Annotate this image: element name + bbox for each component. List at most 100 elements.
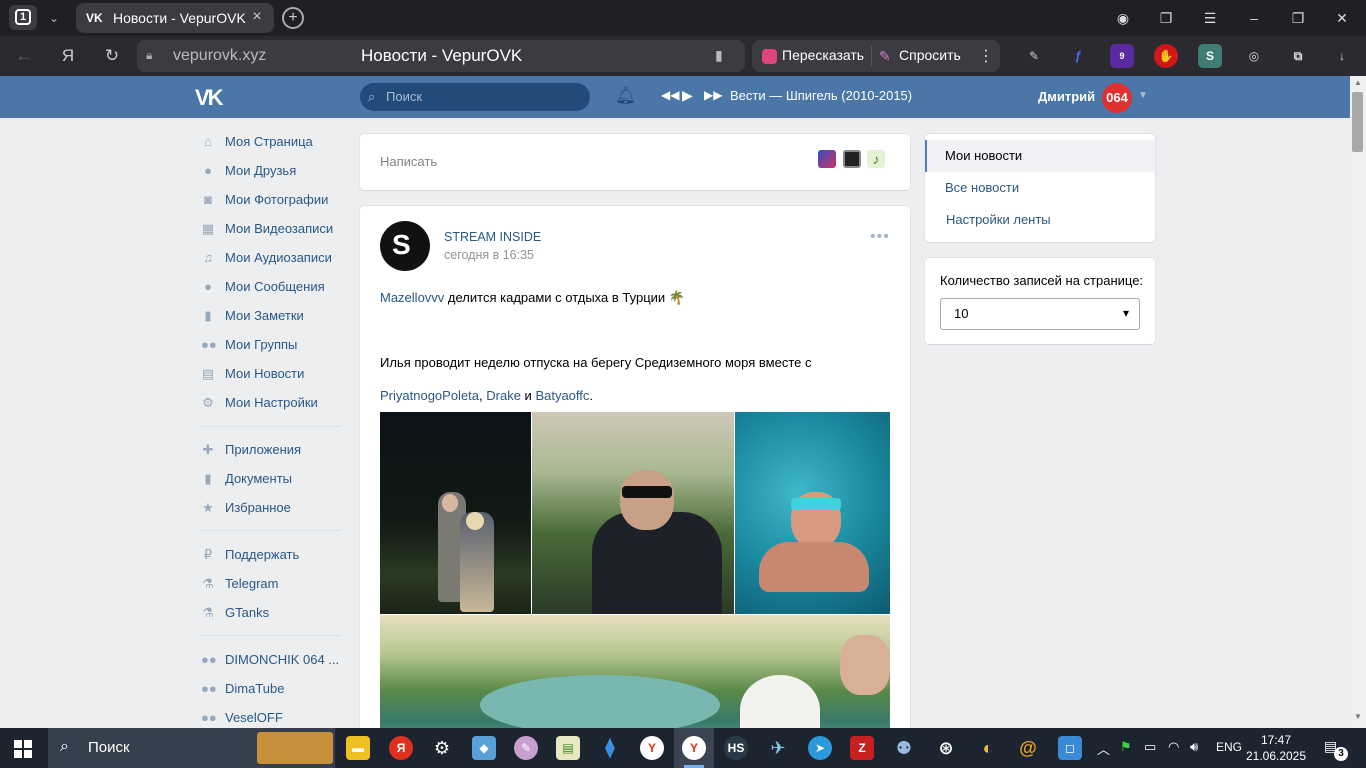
play-icon[interactable]: ▶ [682, 87, 693, 104]
post-author-avatar[interactable]: S [380, 221, 430, 271]
now-playing-track[interactable]: Вести — Шпигель (2010-2015) [730, 88, 912, 103]
telegram-icon[interactable]: ➤ [808, 736, 832, 760]
attach-video-icon[interactable] [843, 150, 861, 168]
sidebar-item-telegram[interactable]: ⚗ Telegram [195, 572, 345, 598]
post-photo-portrait[interactable] [532, 412, 734, 614]
yandex-browser-icon[interactable]: Я [389, 736, 413, 760]
attach-audio-icon[interactable]: ♪ [867, 150, 885, 168]
search-highlight-image[interactable] [257, 732, 333, 764]
hs-app-icon[interactable]: HS [724, 736, 748, 760]
post-author-name[interactable]: STREAM INSIDE [444, 230, 541, 244]
mention-link-mazellovvv[interactable]: Mazellovvv [380, 290, 444, 305]
spiral-app-icon[interactable]: @ [1016, 736, 1040, 760]
sidebar-item-favorites[interactable]: ★ Избранное [195, 496, 345, 522]
tab-counter-button[interactable]: 1 [9, 5, 37, 30]
people-app-icon[interactable]: ⚉ [892, 736, 916, 760]
attach-photo-icon[interactable] [818, 150, 836, 168]
post-more-icon[interactable]: ••• [870, 228, 890, 246]
vscode-icon[interactable]: ⧫ [598, 736, 622, 760]
post-composer[interactable]: Написать ♪ [360, 134, 910, 190]
filter-all-news[interactable]: Все новости [925, 172, 1155, 204]
scrollbar-thumb[interactable] [1352, 92, 1363, 152]
network-app-icon[interactable]: ✈ [766, 736, 790, 760]
wing-app-icon[interactable]: ◐ [976, 736, 1000, 760]
system-clock[interactable]: 17:47 21.06.2025 [1244, 732, 1308, 764]
avatar[interactable]: 064 [1102, 83, 1132, 113]
reload-icon[interactable]: ↻ [100, 45, 124, 67]
stop-hand-extension-icon[interactable]: ✋ [1154, 44, 1178, 68]
chevron-down-icon[interactable]: ▼ [1138, 90, 1148, 101]
address-bar[interactable]: 🔒︎ vepurovk.xyz Новости - VepurOVK ▮ [137, 40, 745, 72]
retell-button[interactable]: Пересказать [782, 47, 864, 63]
mention-link-priyatnogopoleta[interactable]: PriyatnogoPoleta [380, 388, 479, 403]
restore-icon[interactable]: ❐ [1287, 8, 1309, 28]
sidebar-item-friends[interactable]: ● Мои Друзья [195, 159, 345, 185]
sidebar-item-groups[interactable]: ●● Мои Группы [195, 333, 345, 359]
incognito-extension-icon[interactable]: ◎ [1242, 44, 1266, 68]
sidebar-item-photos[interactable]: ◙ Мои Фотографии [195, 188, 345, 214]
browser-tab[interactable]: VK Новости - VepurOVK × [76, 3, 274, 33]
new-tab-button[interactable]: + [282, 7, 304, 29]
sidebar-item-messages[interactable]: ● Мои Сообщения [195, 275, 345, 301]
filter-feed-settings[interactable]: Настройки ленты [925, 204, 1155, 236]
close-tab-icon[interactable]: × [248, 8, 266, 26]
search-input[interactable]: ⌕ Поиск [360, 83, 590, 111]
sidebar-item-group-dimonchik[interactable]: ●● DIMONCHIK 064 ... [195, 648, 345, 674]
scroll-down-icon[interactable]: ▼ [1354, 712, 1362, 721]
mention-link-drake[interactable]: Drake [486, 388, 521, 403]
previous-track-icon[interactable]: ◀◀ [661, 88, 679, 102]
collections-icon[interactable]: ❐ [1155, 8, 1177, 28]
input-language[interactable]: ENG [1216, 740, 1242, 754]
sidebar-item-news[interactable]: ▤ Мои Новости [195, 362, 345, 388]
alice-assistant-icon[interactable]: ◉ [1112, 8, 1134, 28]
notification-center-icon[interactable]: ▤ 3 [1324, 738, 1348, 761]
wifi-icon[interactable]: ◠ [1168, 739, 1179, 755]
file-explorer-icon[interactable]: ▬ [346, 736, 370, 760]
notepad-plus-icon[interactable]: ▤ [556, 736, 580, 760]
tab-list-chevron-icon[interactable]: ⌄ [42, 8, 66, 28]
sidebar-item-videos[interactable]: ▦ Мои Видеозаписи [195, 217, 345, 243]
mention-link-batyaoffc[interactable]: Batyaoffc [535, 388, 589, 403]
bell-icon[interactable]: 🔔︎ [615, 86, 637, 106]
app-icon-blue[interactable]: ◆ [472, 736, 496, 760]
settings-gear-icon[interactable]: ⚙ [430, 736, 454, 760]
user-name[interactable]: Дмитрий [1038, 89, 1095, 104]
paint-icon[interactable]: ✎ [514, 736, 538, 760]
downloads-icon[interactable]: ↓ [1330, 44, 1354, 68]
yandex-home-icon[interactable]: Я [56, 45, 80, 67]
sidebar-item-settings[interactable]: ⚙ Мои Настройки [195, 391, 345, 417]
close-window-icon[interactable]: ✕ [1331, 8, 1353, 28]
yandex-icon[interactable]: Y [640, 736, 664, 760]
post-photo-night[interactable] [380, 412, 531, 614]
battery-icon[interactable]: ▭ [1144, 739, 1156, 755]
minimize-icon[interactable]: – [1243, 8, 1265, 28]
sidebar-item-notes[interactable]: ▮ Мои Заметки [195, 304, 345, 330]
sidebar-item-apps[interactable]: ✚ Приложения [195, 438, 345, 464]
blue-square-app-icon[interactable]: ◻ [1058, 736, 1082, 760]
vk-logo[interactable]: VK [195, 85, 229, 110]
sidebar-item-audio[interactable]: ♫ Мои Аудиозаписи [195, 246, 345, 272]
ask-button[interactable]: Спросить [899, 47, 961, 63]
page-scrollbar[interactable]: ▲ ▼ [1350, 76, 1366, 728]
taskbar-active-app[interactable]: Y [674, 728, 714, 768]
f-extension-icon[interactable]: ƒ [1066, 44, 1090, 68]
back-arrow-icon[interactable]: ← [12, 45, 36, 67]
sidebar-item-support[interactable]: ₽ Поддержать [195, 543, 345, 569]
bookmark-icon[interactable]: ▮ [715, 47, 731, 65]
lock-icon[interactable]: 🔒︎ [146, 48, 158, 63]
filter-my-news[interactable]: Мои новости [925, 140, 1155, 172]
volume-icon[interactable]: 🔊︎ [1190, 739, 1198, 755]
sidebar-item-my-page[interactable]: ⌂ Моя Страница [195, 130, 345, 156]
more-options-icon[interactable]: ⋮ [978, 46, 994, 66]
filezilla-icon[interactable]: Z [850, 736, 874, 760]
eyedropper-extension-icon[interactable]: ✎ [1022, 44, 1046, 68]
post-photo-pool[interactable] [735, 412, 890, 614]
page-size-select[interactable]: 10 ▾ [940, 298, 1140, 330]
menu-icon[interactable]: ☰ [1199, 8, 1221, 28]
tray-overflow-chevron-icon[interactable]: ︿ [1097, 739, 1110, 758]
extension-badge-9-icon[interactable]: 9 [1110, 44, 1134, 68]
sidebar-item-group-dimatube[interactable]: ●● DimaTube [195, 677, 345, 703]
windows-start-icon[interactable] [14, 740, 32, 758]
post-date[interactable]: сегодня в 16:35 [444, 248, 534, 262]
taskbar-search-input[interactable]: ⌕ Поиск [48, 728, 335, 768]
